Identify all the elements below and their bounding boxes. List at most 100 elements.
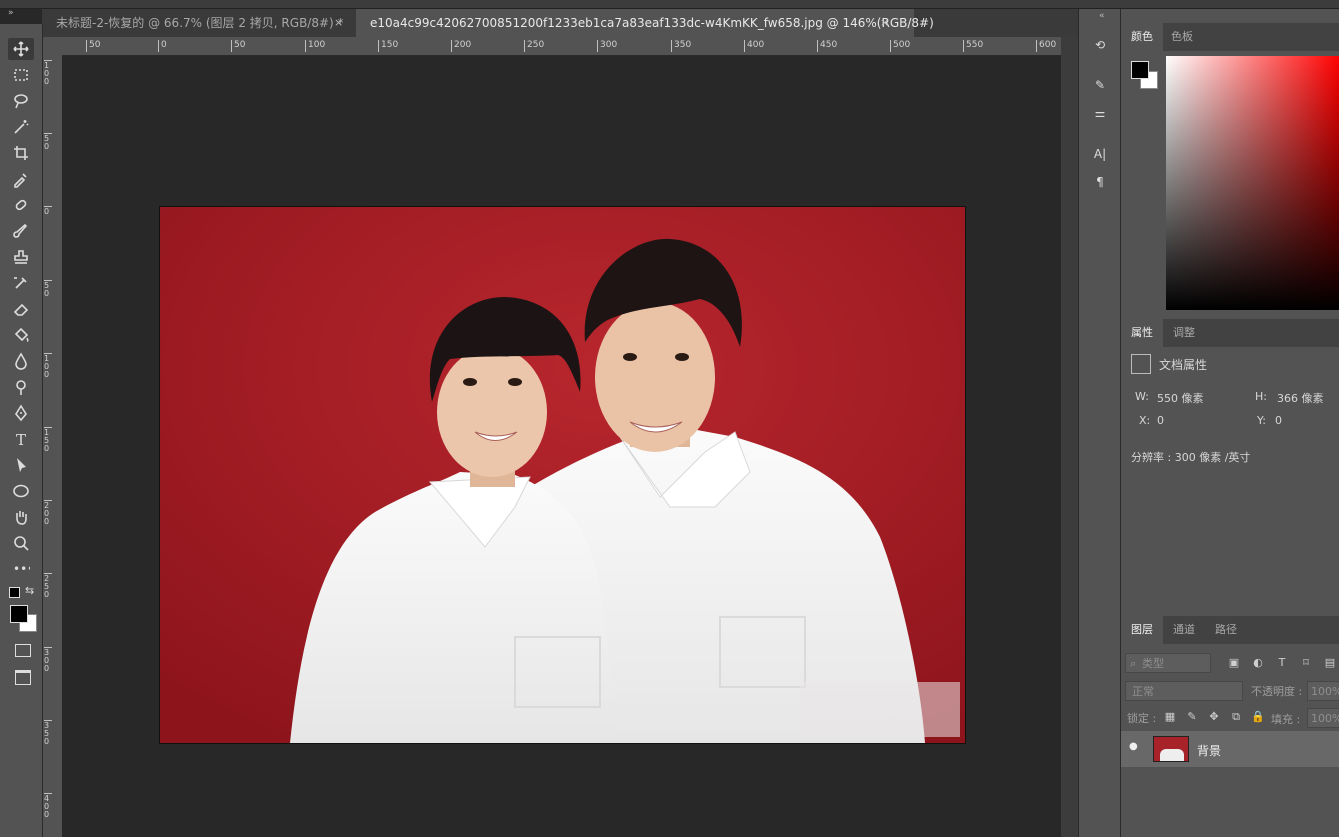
history-brush-tool[interactable] bbox=[8, 272, 34, 294]
tab-properties[interactable]: 属性 bbox=[1121, 319, 1163, 347]
top-menu-strip bbox=[0, 0, 1339, 9]
paint-bucket-tool[interactable] bbox=[8, 324, 34, 346]
zoom-tool[interactable] bbox=[8, 532, 34, 554]
clone-stamp-icon bbox=[14, 250, 28, 264]
lock-transparent-icon[interactable]: ▦ bbox=[1163, 710, 1177, 724]
horizontal-ruler[interactable]: 50 0 50 100 150 200 250 300 350 400 450 500 550 600 bbox=[62, 37, 1061, 56]
eyedropper-tool[interactable] bbox=[8, 168, 34, 190]
foreground-color-swatch[interactable] bbox=[10, 605, 28, 623]
resolution-text: 分辨率 : 300 像素 /英寸 bbox=[1131, 451, 1251, 464]
hand-tool[interactable] bbox=[8, 506, 34, 528]
sliders-icon: ⚌ bbox=[1094, 106, 1106, 120]
document-canvas[interactable] bbox=[62, 56, 1061, 837]
toolbar-expand-button[interactable]: » bbox=[8, 8, 20, 22]
zoom-icon bbox=[14, 536, 29, 551]
more-tools-icon: ••• bbox=[13, 562, 30, 576]
filter-pixel-icon[interactable]: ▣ bbox=[1227, 656, 1241, 670]
dodge-tool[interactable] bbox=[8, 376, 34, 398]
brush-panel-button[interactable]: ✎ bbox=[1088, 73, 1112, 97]
pen-tool[interactable] bbox=[8, 402, 34, 424]
clone-stamp-tool[interactable] bbox=[8, 246, 34, 268]
opacity-label: 不透明度 : bbox=[1251, 685, 1303, 698]
ruler-tick-label: 100 bbox=[44, 353, 52, 379]
marquee-tool[interactable] bbox=[8, 64, 34, 86]
tab-layers[interactable]: 图层 bbox=[1121, 616, 1163, 644]
layer-row-background[interactable]: ● 背景 bbox=[1121, 731, 1339, 767]
tab-close-button[interactable]: × bbox=[334, 9, 343, 37]
type-tool[interactable]: T bbox=[8, 428, 34, 450]
hand-icon bbox=[16, 511, 27, 525]
ruler-tick-label: 50 bbox=[86, 40, 100, 52]
blur-tool[interactable] bbox=[8, 350, 34, 372]
tab-paths[interactable]: 路径 bbox=[1205, 616, 1247, 644]
lasso-icon bbox=[14, 94, 28, 109]
ruler-tick-label: 600 bbox=[1036, 40, 1056, 52]
history-panel-button[interactable]: ⟲ bbox=[1088, 33, 1112, 57]
tab-label: e10a4c99c42062700851200f1233eb1ca7a83eaf… bbox=[370, 16, 934, 30]
lock-all-icon[interactable]: 🔒 bbox=[1251, 710, 1265, 724]
tab-document-1[interactable]: 未标题-2-恢复的 @ 66.7% (图层 2 拷贝, RGB/8#) * × bbox=[42, 9, 368, 37]
lasso-tool[interactable] bbox=[8, 90, 34, 112]
color-picker-field[interactable] bbox=[1166, 56, 1339, 310]
default-colors-icon[interactable] bbox=[9, 587, 20, 598]
ellipse-icon bbox=[13, 484, 29, 498]
filter-smartobject-icon[interactable]: ▤ bbox=[1323, 656, 1337, 670]
character-icon: A| bbox=[1093, 147, 1107, 161]
move-tool[interactable] bbox=[8, 38, 34, 60]
filter-adjustment-icon[interactable]: ◐ bbox=[1251, 656, 1265, 670]
foreground-color-swatch[interactable] bbox=[1131, 61, 1149, 79]
tab-swatches[interactable]: 色板 bbox=[1161, 23, 1203, 51]
ellipse-tool[interactable] bbox=[8, 480, 34, 502]
fill-input[interactable]: 100% bbox=[1307, 708, 1339, 728]
tab-document-2[interactable]: e10a4c99c42062700851200f1233eb1ca7a83eaf… bbox=[356, 9, 934, 37]
more-tools-tool[interactable]: ••• bbox=[8, 558, 34, 580]
couple-photo bbox=[160, 207, 965, 743]
opacity-input[interactable]: 100% bbox=[1307, 681, 1339, 701]
height-value[interactable]: 366 像素 bbox=[1277, 390, 1324, 406]
ruler-tick-label: 500 bbox=[890, 40, 910, 52]
ruler-tick-label: 0 bbox=[44, 206, 52, 216]
ruler-tick-label: 300 bbox=[44, 647, 52, 673]
screen-mode-icon[interactable] bbox=[15, 670, 31, 685]
ruler-tick-label: 200 bbox=[451, 40, 471, 52]
tab-channels[interactable]: 通道 bbox=[1163, 616, 1205, 644]
width-value[interactable]: 550 像素 bbox=[1157, 390, 1204, 406]
layer-filter-select[interactable]: ⌕ 类型 bbox=[1125, 653, 1211, 673]
canvas-scrollbar[interactable] bbox=[1061, 37, 1078, 837]
path-select-icon bbox=[17, 458, 26, 472]
lock-image-icon[interactable]: ✎ bbox=[1185, 710, 1199, 724]
ruler-tick-label: 350 bbox=[671, 40, 691, 52]
swap-colors-icon[interactable]: ⇆ bbox=[25, 584, 34, 597]
ruler-tick-label: 200 bbox=[44, 500, 52, 526]
paragraph-icon: ¶ bbox=[1096, 175, 1104, 189]
quick-mask-icon[interactable] bbox=[15, 644, 31, 657]
filter-shape-icon[interactable]: ⌑ bbox=[1299, 656, 1313, 670]
y-value[interactable]: 0 bbox=[1275, 414, 1282, 427]
brush-tool[interactable] bbox=[8, 220, 34, 242]
paragraph-panel-button[interactable]: ¶ bbox=[1088, 170, 1112, 194]
magic-wand-tool[interactable] bbox=[8, 116, 34, 138]
healing-brush-tool[interactable] bbox=[8, 194, 34, 216]
tab-label: 未标题-2-恢复的 @ 66.7% (图层 2 拷贝, RGB/8#) * bbox=[56, 16, 344, 30]
eraser-tool[interactable] bbox=[8, 298, 34, 320]
vertical-ruler[interactable]: 100 50 0 50 100 150 200 250 300 350 400 bbox=[42, 55, 63, 837]
eye-icon[interactable]: ● bbox=[1129, 741, 1138, 752]
tab-close-button[interactable]: × bbox=[880, 9, 889, 37]
thumbnail-people bbox=[1160, 749, 1184, 761]
ruler-tick-label: 400 bbox=[44, 793, 52, 819]
dock-collapse-button[interactable]: « bbox=[1099, 11, 1105, 21]
path-select-tool[interactable] bbox=[8, 454, 34, 476]
filter-type-icon[interactable]: T bbox=[1275, 656, 1289, 670]
adjustments-panel-button[interactable]: ⚌ bbox=[1088, 101, 1112, 125]
x-value[interactable]: 0 bbox=[1157, 414, 1164, 427]
tab-adjustments[interactable]: 调整 bbox=[1163, 319, 1205, 347]
ruler-tick-label: 150 bbox=[44, 427, 52, 453]
blend-mode-select[interactable]: 正常 bbox=[1125, 681, 1243, 701]
magic-wand-icon bbox=[14, 120, 29, 134]
tab-color[interactable]: 颜色 bbox=[1121, 23, 1163, 51]
lock-artboard-icon[interactable]: ⧉ bbox=[1229, 710, 1243, 724]
ruler-corner bbox=[42, 37, 62, 55]
crop-tool[interactable] bbox=[8, 142, 34, 164]
lock-position-icon[interactable]: ✥ bbox=[1207, 710, 1221, 724]
character-panel-button[interactable]: A| bbox=[1088, 142, 1112, 166]
